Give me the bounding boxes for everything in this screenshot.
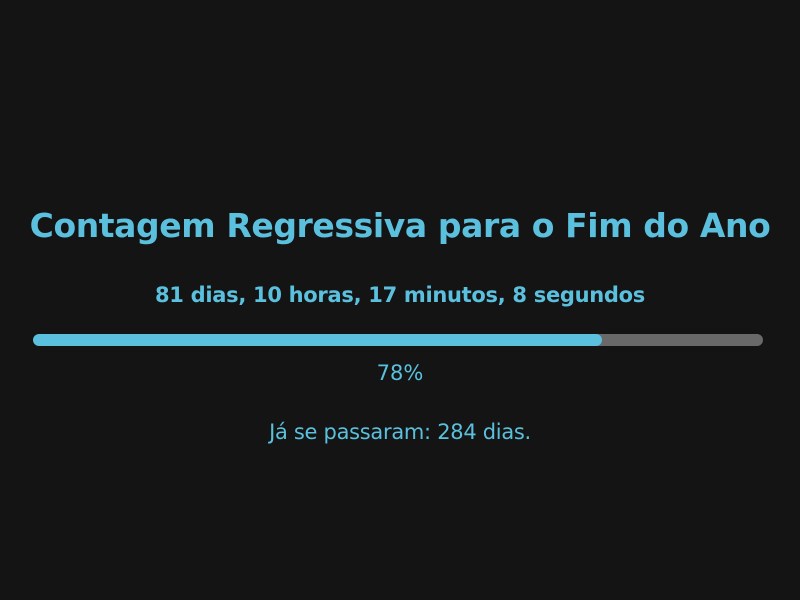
year-progress-bar [33,334,763,346]
countdown-page: Contagem Regressiva para o Fim do Ano 81… [0,0,800,600]
days-elapsed-text: Já se passaram: 284 dias. [269,420,531,444]
progress-percent-label: 78% [376,361,424,385]
page-title: Contagem Regressiva para o Fim do Ano [29,206,771,245]
countdown-text: 81 dias, 10 horas, 17 minutos, 8 segundo… [155,283,645,307]
year-progress-fill [33,334,603,346]
